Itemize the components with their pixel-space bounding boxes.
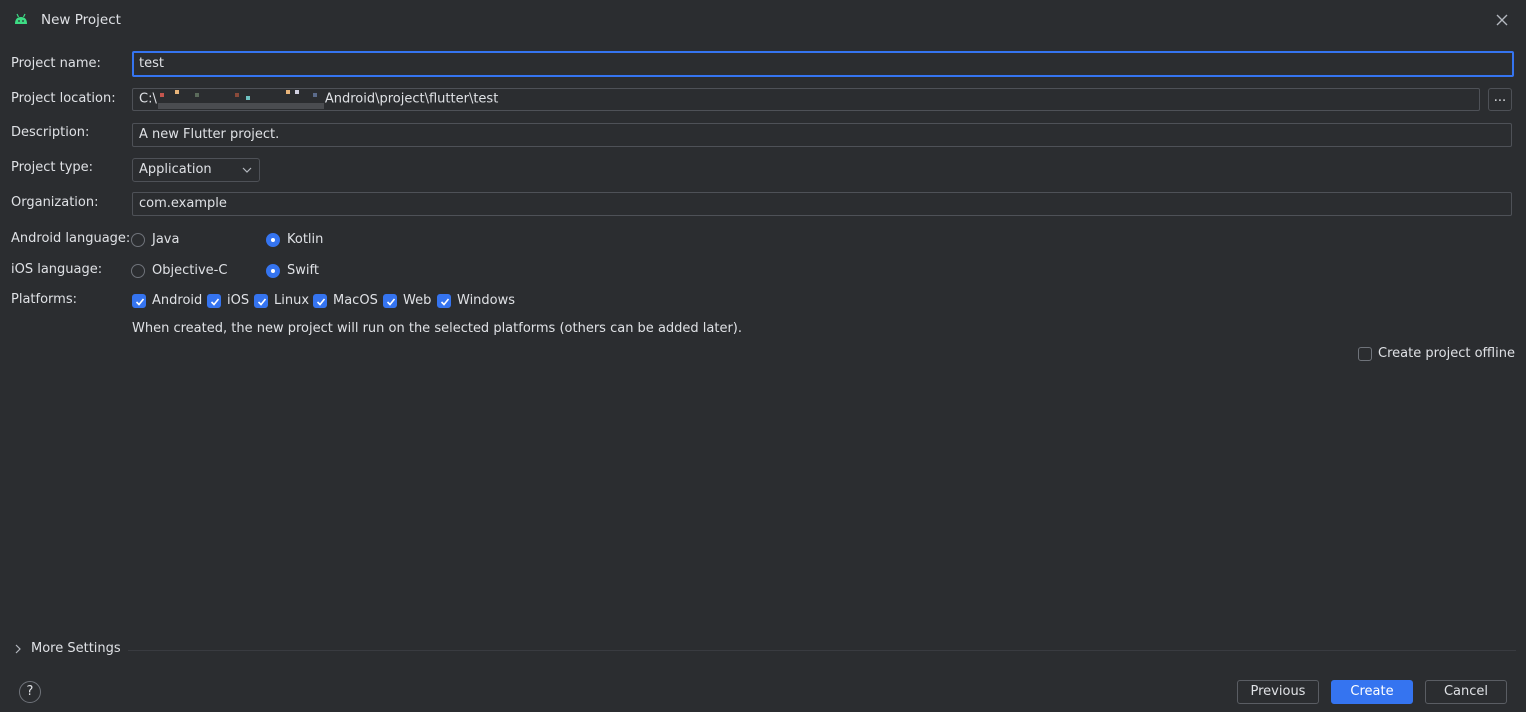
checkbox-windows[interactable] bbox=[437, 294, 451, 308]
description-input[interactable]: A new Flutter project. bbox=[132, 123, 1512, 147]
checkbox-linux[interactable] bbox=[254, 294, 268, 308]
checkbox-ios[interactable] bbox=[207, 294, 221, 308]
checkbox-web-label[interactable]: Web bbox=[403, 293, 431, 308]
radio-kotlin[interactable] bbox=[266, 233, 280, 247]
project-name-input[interactable]: test bbox=[132, 51, 1514, 77]
checkbox-linux-label[interactable]: Linux bbox=[274, 293, 309, 308]
android-language-label: Android language: bbox=[11, 231, 131, 246]
divider bbox=[128, 650, 1516, 651]
radio-swift-label[interactable]: Swift bbox=[287, 263, 319, 278]
browse-button[interactable]: ... bbox=[1488, 88, 1512, 111]
help-icon[interactable]: ? bbox=[19, 681, 41, 703]
ios-language-label: iOS language: bbox=[11, 262, 103, 277]
more-settings-label: More Settings bbox=[31, 641, 121, 656]
project-location-prefix: C:\ bbox=[139, 91, 157, 107]
platforms-label: Platforms: bbox=[11, 292, 77, 307]
organization-input[interactable]: com.example bbox=[132, 192, 1512, 216]
checkbox-android-label[interactable]: Android bbox=[152, 293, 202, 308]
project-location-suffix: Android\project\flutter\test bbox=[324, 91, 499, 107]
checkbox-windows-label[interactable]: Windows bbox=[457, 293, 515, 308]
radio-java[interactable] bbox=[131, 233, 145, 247]
title-bar bbox=[0, 0, 1526, 40]
create-button[interactable]: Create bbox=[1331, 680, 1413, 704]
cancel-button[interactable]: Cancel bbox=[1425, 680, 1507, 704]
more-settings-toggle[interactable]: More Settings bbox=[14, 641, 121, 656]
checkbox-macos-label[interactable]: MacOS bbox=[333, 293, 378, 308]
checkbox-android[interactable] bbox=[132, 294, 146, 308]
checkbox-web[interactable] bbox=[383, 294, 397, 308]
chevron-right-icon bbox=[15, 644, 21, 653]
previous-button[interactable]: Previous bbox=[1237, 680, 1319, 704]
project-type-value: Application bbox=[139, 162, 212, 177]
platforms-hint: When created, the new project will run o… bbox=[132, 321, 743, 336]
checkbox-create-offline-label[interactable]: Create project offline bbox=[1378, 346, 1515, 361]
checkbox-macos[interactable] bbox=[313, 294, 327, 308]
radio-swift[interactable] bbox=[266, 264, 280, 278]
radio-kotlin-label[interactable]: Kotlin bbox=[287, 232, 323, 247]
project-name-label: Project name: bbox=[11, 56, 101, 71]
project-location-label: Project location: bbox=[11, 91, 116, 106]
redacted-path bbox=[157, 89, 324, 109]
radio-java-label[interactable]: Java bbox=[152, 232, 179, 247]
close-icon[interactable] bbox=[1495, 13, 1509, 27]
radio-objective-c-label[interactable]: Objective-C bbox=[152, 263, 227, 278]
project-type-dropdown[interactable]: Application bbox=[132, 158, 260, 182]
chevron-down-icon bbox=[242, 167, 252, 173]
project-type-label: Project type: bbox=[11, 160, 94, 175]
description-label: Description: bbox=[11, 125, 90, 140]
window-title: New Project bbox=[41, 12, 121, 28]
android-icon bbox=[15, 13, 27, 24]
radio-objective-c[interactable] bbox=[131, 264, 145, 278]
organization-label: Organization: bbox=[11, 195, 99, 210]
checkbox-create-offline[interactable] bbox=[1358, 347, 1372, 361]
checkbox-ios-label[interactable]: iOS bbox=[227, 293, 249, 308]
project-location-input[interactable]: C:\ Android\project\flutter\test bbox=[132, 88, 1480, 111]
